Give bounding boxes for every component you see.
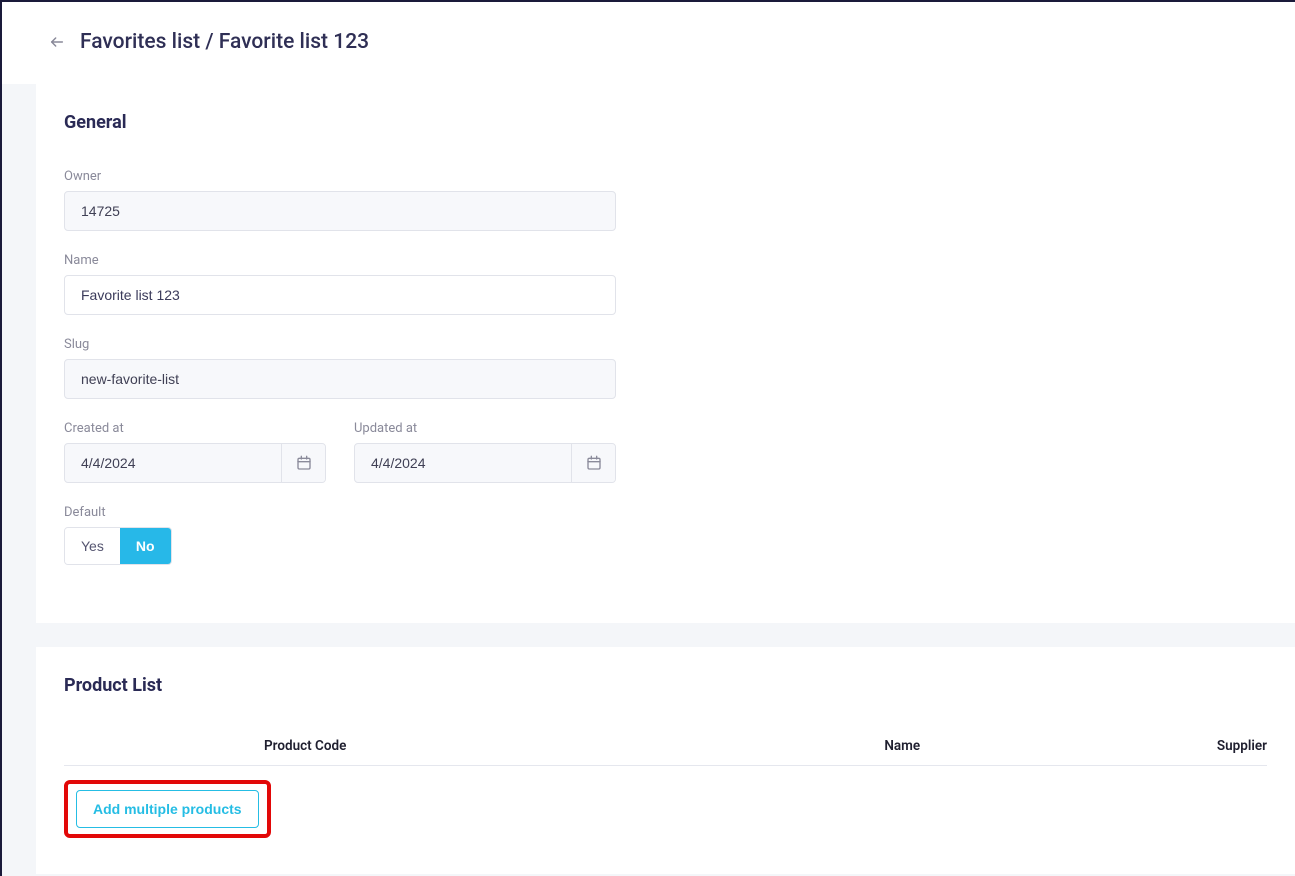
product-table-header: Product Code Name Supplier: [64, 738, 1267, 766]
column-product-code: Product Code: [264, 738, 346, 754]
dates-row: Created at Updated at: [64, 421, 1267, 483]
owner-label: Owner: [64, 169, 1267, 184]
product-list-title: Product List: [64, 675, 1267, 696]
created-at-group: Created at: [64, 421, 326, 483]
product-list-section: Product List Product Code Name Supplier …: [36, 647, 1295, 874]
slug-label: Slug: [64, 337, 1267, 352]
calendar-icon[interactable]: [571, 444, 615, 482]
name-input[interactable]: [64, 275, 616, 315]
updated-at-group: Updated at: [354, 421, 616, 483]
default-no-button[interactable]: No: [120, 528, 171, 564]
back-arrow-icon[interactable]: [48, 33, 66, 51]
owner-group: Owner: [64, 169, 1267, 231]
slug-group: Slug: [64, 337, 1267, 399]
calendar-icon[interactable]: [281, 444, 325, 482]
created-at-label: Created at: [64, 421, 326, 436]
default-toggle: Yes No: [64, 527, 172, 565]
breadcrumb: Favorites list / Favorite list 123: [80, 30, 369, 54]
highlight-annotation: Add multiple products: [64, 780, 271, 838]
created-at-input[interactable]: [65, 444, 281, 482]
default-label: Default: [64, 505, 1267, 520]
created-at-field: [64, 443, 326, 483]
updated-at-input[interactable]: [355, 444, 571, 482]
column-name: Name: [884, 738, 920, 754]
add-multiple-products-button[interactable]: Add multiple products: [76, 790, 259, 828]
general-title: General: [64, 112, 1267, 133]
updated-at-label: Updated at: [354, 421, 616, 436]
page-header: Favorites list / Favorite list 123: [2, 2, 1295, 84]
column-supplier: Supplier: [1217, 738, 1267, 754]
name-group: Name: [64, 253, 1267, 315]
default-yes-button[interactable]: Yes: [65, 528, 120, 564]
general-section: General Owner Name Slug Created at: [36, 84, 1295, 623]
slug-input[interactable]: [64, 359, 616, 399]
owner-input[interactable]: [64, 191, 616, 231]
updated-at-field: [354, 443, 616, 483]
default-group: Default Yes No: [64, 505, 1267, 565]
name-label: Name: [64, 253, 1267, 268]
